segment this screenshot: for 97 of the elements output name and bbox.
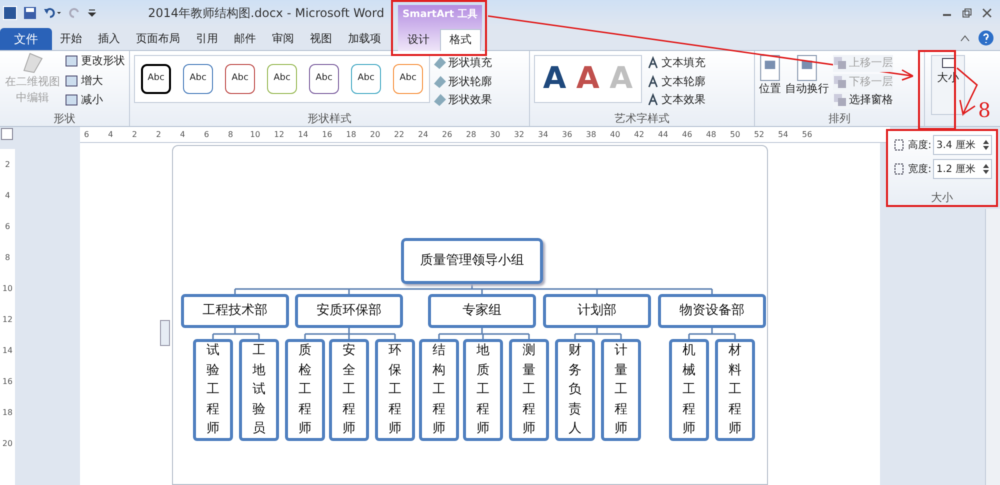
ribbon-tab[interactable]: 邮件 bbox=[226, 28, 264, 50]
contextual-group-title: SmartArt 工具 bbox=[401, 8, 478, 22]
ribbon-tab[interactable]: 审阅 bbox=[264, 28, 302, 50]
staff-node[interactable]: 地质工程师 bbox=[463, 339, 503, 441]
ribbon-tab[interactable]: 开始 bbox=[52, 28, 90, 50]
ribbon-tab[interactable]: 视图 bbox=[302, 28, 340, 50]
window-title: 2014年教师结构图.docx - Microsoft Word bbox=[148, 5, 384, 22]
shape-style-swatch[interactable]: Abc bbox=[141, 64, 171, 94]
department-node[interactable]: 安质环保部 bbox=[295, 294, 403, 328]
shape-style-command[interactable]: 形状轮廓 bbox=[434, 74, 492, 90]
wordart-style-sample[interactable]: A bbox=[543, 64, 566, 94]
department-node[interactable]: 计划部 bbox=[543, 294, 651, 328]
help-icon[interactable] bbox=[978, 30, 994, 46]
arrange-button[interactable]: 自动换行 bbox=[785, 55, 829, 108]
department-node[interactable]: 专家组 bbox=[428, 294, 536, 328]
vertical-ruler: 2 4 6 8 10 12 14 16 18 20 bbox=[0, 149, 15, 485]
staff-node[interactable]: 机械工程师 bbox=[669, 339, 709, 441]
dimension-icon bbox=[892, 162, 906, 176]
restore-icon[interactable] bbox=[962, 8, 972, 18]
text-style-command[interactable]: 文本效果 bbox=[646, 92, 706, 108]
group-title: 排列 bbox=[828, 112, 852, 126]
text-pane-handle[interactable] bbox=[160, 320, 170, 346]
connector-line bbox=[688, 327, 736, 339]
text-icon bbox=[646, 74, 660, 89]
text-style-command[interactable]: 文本轮廓 bbox=[646, 74, 706, 90]
staff-node[interactable]: 工地试验员 bbox=[239, 339, 279, 441]
dimension-icon bbox=[892, 138, 906, 152]
shape-style-swatch[interactable]: Abc bbox=[351, 64, 381, 94]
smartart-frame[interactable]: 质量管理领导小组 工程技术部 试验工程师 工地试验员 安质环保部 质检工程师 安全工程师 环保工程师 专家组 结构工程师 地质工程师 测量工程师 计划部 财务负责人 计量工程师 物资设备部 机械工程师 材料工程师 bbox=[172, 145, 768, 485]
3d-shape-icon bbox=[22, 53, 42, 74]
group-title: 艺术字样式 bbox=[614, 112, 670, 126]
vertical-scrollbar[interactable] bbox=[985, 209, 1000, 485]
staff-node[interactable]: 计量工程师 bbox=[601, 339, 641, 441]
wordart-style-sample[interactable]: A bbox=[576, 64, 600, 94]
connector-line bbox=[574, 327, 622, 339]
paint-icon bbox=[434, 94, 446, 106]
shape-command[interactable]: 更改形状 bbox=[65, 53, 125, 70]
annotation-number: 8 bbox=[978, 100, 991, 120]
shape-style-swatch[interactable]: Abc bbox=[225, 64, 255, 94]
layers-icon bbox=[833, 93, 847, 108]
connector-line bbox=[212, 327, 260, 339]
horizontal-ruler: 6 4 2 2 4 6 8 10 12 14 16 18 20 22 24 26 28 30 32 34 36 38 40 42 44 46 48 50 52 54 56 bbox=[80, 127, 890, 143]
size-spin-field[interactable]: 3.4 厘米 bbox=[933, 135, 992, 155]
save-icon[interactable] bbox=[23, 6, 37, 20]
staff-node[interactable]: 测量工程师 bbox=[509, 339, 549, 441]
group-title: 形状样式 bbox=[306, 112, 352, 126]
shape-style-swatch[interactable]: Abc bbox=[183, 64, 213, 94]
tab-selector-icon[interactable] bbox=[1, 128, 13, 140]
field-label: 宽度: bbox=[908, 162, 932, 176]
text-style-command[interactable]: 文本填充 bbox=[646, 55, 706, 72]
shape-style-swatch[interactable]: Abc bbox=[267, 64, 297, 94]
staff-node[interactable]: 安全工程师 bbox=[329, 339, 369, 441]
shape-style-swatch[interactable]: Abc bbox=[393, 64, 423, 94]
page-icon bbox=[797, 55, 817, 81]
shape-command[interactable]: 减小 bbox=[65, 92, 125, 108]
staff-node[interactable]: 试验工程师 bbox=[193, 339, 233, 441]
close-icon[interactable] bbox=[982, 8, 992, 18]
file-tab[interactable]: 文件 bbox=[0, 28, 52, 50]
shape-icon bbox=[65, 54, 79, 68]
shape-style-command[interactable]: 形状效果 bbox=[434, 92, 492, 108]
ribbon-tab[interactable]: 格式 bbox=[440, 29, 481, 51]
field-label: 高度: bbox=[908, 138, 932, 152]
group-title: 形状 bbox=[52, 112, 76, 126]
layers-icon bbox=[833, 56, 847, 70]
staff-node[interactable]: 材料工程师 bbox=[715, 339, 755, 441]
ribbon-tab[interactable]: 引用 bbox=[188, 28, 226, 50]
ribbon-tab[interactable]: 插入 bbox=[90, 28, 128, 50]
group-title: 大小 bbox=[930, 191, 954, 205]
arrange-button[interactable]: 位置 bbox=[759, 55, 781, 108]
staff-node[interactable]: 环保工程师 bbox=[375, 339, 415, 441]
text-icon bbox=[646, 93, 660, 108]
shape-command[interactable]: 增大 bbox=[65, 72, 125, 89]
root-node[interactable]: 质量管理领导小组 bbox=[401, 238, 543, 284]
size-spin-field[interactable]: 1.2 厘米 bbox=[933, 159, 992, 179]
collapse-ribbon-icon[interactable] bbox=[960, 34, 970, 42]
staff-node[interactable]: 结构工程师 bbox=[419, 339, 459, 441]
layers-icon bbox=[833, 74, 847, 89]
department-node[interactable]: 物资设备部 bbox=[658, 294, 766, 328]
staff-node[interactable]: 质检工程师 bbox=[285, 339, 325, 441]
ribbon-tab[interactable]: 加载项 bbox=[340, 28, 389, 50]
size-icon bbox=[942, 58, 954, 68]
spinner-icon[interactable] bbox=[983, 139, 989, 151]
ribbon-tab[interactable]: 页面布局 bbox=[128, 28, 188, 50]
arrange-command[interactable]: 选择窗格 bbox=[833, 92, 893, 108]
shape-style-command[interactable]: 形状填充 bbox=[434, 55, 492, 72]
paint-icon bbox=[434, 76, 446, 88]
department-node[interactable]: 工程技术部 bbox=[181, 294, 289, 328]
spinner-icon[interactable] bbox=[983, 163, 989, 175]
page-icon bbox=[760, 55, 780, 81]
shape-icon bbox=[65, 74, 79, 88]
ribbon-tab[interactable]: 设计 bbox=[399, 29, 438, 51]
text-icon bbox=[646, 56, 660, 70]
paint-icon bbox=[434, 57, 446, 70]
shape-style-swatch[interactable]: Abc bbox=[309, 64, 339, 94]
shape-icon bbox=[65, 93, 79, 108]
staff-node[interactable]: 财务负责人 bbox=[555, 339, 595, 441]
undo-icon[interactable] bbox=[43, 6, 63, 20]
